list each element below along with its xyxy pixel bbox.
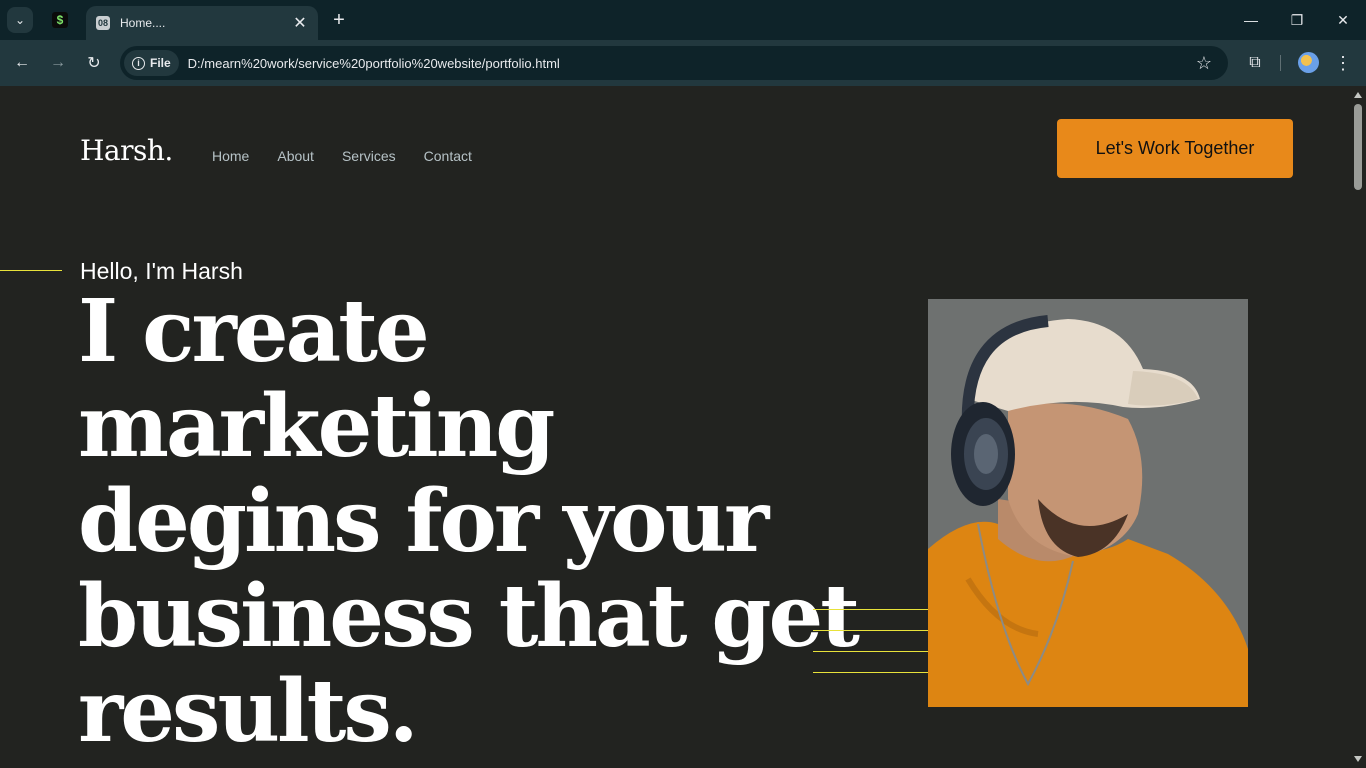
chevron-down-icon: ⌄ bbox=[14, 13, 26, 27]
nav-services[interactable]: Services bbox=[342, 148, 396, 164]
scheme-label: File bbox=[150, 56, 171, 70]
scrollbar-thumb[interactable] bbox=[1354, 104, 1362, 190]
toolbar-divider bbox=[1280, 55, 1281, 71]
page-favicon-icon: 08 bbox=[96, 16, 110, 30]
new-tab-button[interactable]: + bbox=[328, 8, 350, 32]
profile-photo bbox=[928, 299, 1248, 707]
browser-menu-icon[interactable]: ⋮ bbox=[1333, 51, 1353, 75]
work-together-button[interactable]: Let's Work Together bbox=[1057, 119, 1293, 178]
profile-avatar[interactable] bbox=[1298, 52, 1319, 73]
info-icon: i bbox=[132, 56, 145, 70]
nav-home[interactable]: Home bbox=[212, 148, 249, 164]
reload-button[interactable]: ↻ bbox=[82, 51, 106, 75]
forward-button[interactable]: → bbox=[46, 51, 70, 75]
tab-close-icon[interactable]: ✕ bbox=[292, 13, 308, 33]
nav-about[interactable]: About bbox=[277, 148, 314, 164]
pinned-tab[interactable]: $ bbox=[50, 10, 70, 30]
tab-title: Home.... bbox=[120, 16, 166, 30]
dollar-icon: $ bbox=[52, 12, 68, 28]
greeting-accent-line bbox=[0, 270, 62, 271]
decorative-lines bbox=[813, 609, 928, 693]
decorative-line bbox=[813, 609, 928, 610]
minimize-button[interactable]: — bbox=[1239, 8, 1263, 32]
page-content: Harsh. Home About Services Contact Let's… bbox=[0, 86, 1350, 768]
restore-button[interactable]: ❐ bbox=[1285, 8, 1309, 32]
extensions-icon[interactable]: ⧉ bbox=[1243, 51, 1267, 75]
tab-search-button[interactable]: ⌄ bbox=[7, 7, 33, 33]
page-scrollbar[interactable] bbox=[1350, 86, 1366, 768]
active-tab[interactable]: 08 Home.... ✕ bbox=[86, 6, 318, 40]
site-info-chip[interactable]: i File bbox=[124, 50, 179, 76]
hero-headline: I create marketing degins for your busin… bbox=[78, 281, 860, 762]
decorative-line bbox=[813, 651, 928, 652]
address-bar[interactable]: i File D:/mearn%20work/service%20portfol… bbox=[120, 46, 1228, 80]
back-button[interactable]: ← bbox=[10, 51, 34, 75]
decorative-line bbox=[813, 630, 928, 631]
scroll-up-arrow-icon[interactable] bbox=[1354, 92, 1362, 98]
nav-contact[interactable]: Contact bbox=[424, 148, 472, 164]
window-close-button[interactable]: ✕ bbox=[1331, 8, 1355, 32]
portrait-illustration bbox=[928, 299, 1248, 707]
url-text[interactable]: D:/mearn%20work/service%20portfolio%20we… bbox=[188, 56, 1192, 71]
decorative-line bbox=[813, 672, 928, 673]
browser-toolbar: ← → ↻ i File D:/mearn%20work/service%20p… bbox=[0, 40, 1366, 86]
bookmark-star-icon[interactable]: ☆ bbox=[1192, 53, 1216, 74]
main-nav: Home About Services Contact bbox=[212, 148, 472, 164]
browser-tab-bar: ⌄ $ 08 Home.... ✕ + — ❐ ✕ bbox=[0, 0, 1366, 40]
site-logo[interactable]: Harsh. bbox=[80, 134, 173, 167]
scroll-down-arrow-icon[interactable] bbox=[1354, 756, 1362, 762]
